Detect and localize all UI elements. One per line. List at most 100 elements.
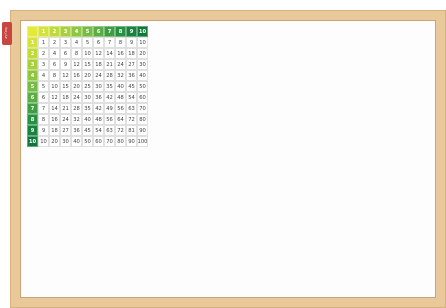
product-cell: 4 xyxy=(49,48,60,59)
product-cell: 8 xyxy=(38,114,49,125)
product-cell: 50 xyxy=(82,136,93,147)
product-cell: 20 xyxy=(137,48,148,59)
product-cell: 3 xyxy=(60,37,71,48)
product-cell: 20 xyxy=(82,70,93,81)
product-cell: 10 xyxy=(137,37,148,48)
column-header-cell: 4 xyxy=(71,26,82,37)
product-cell: 60 xyxy=(93,136,104,147)
product-cell: 14 xyxy=(104,48,115,59)
product-cell: 42 xyxy=(93,103,104,114)
product-cell: 16 xyxy=(71,70,82,81)
product-cell: 35 xyxy=(82,103,93,114)
product-cell: 6 xyxy=(38,92,49,103)
product-cell: 9 xyxy=(38,125,49,136)
product-cell: 90 xyxy=(137,125,148,136)
product-cell: 54 xyxy=(93,125,104,136)
product-cell: 70 xyxy=(137,103,148,114)
column-header-cell: 2 xyxy=(49,26,60,37)
side-tab[interactable]: مدرسة xyxy=(2,22,12,45)
row-header-cell: 9 xyxy=(27,125,38,136)
product-cell: 8 xyxy=(49,70,60,81)
product-cell: 80 xyxy=(137,114,148,125)
product-cell: 40 xyxy=(115,81,126,92)
product-cell: 72 xyxy=(115,125,126,136)
column-header-cell: 3 xyxy=(60,26,71,37)
product-cell: 28 xyxy=(104,70,115,81)
product-cell: 21 xyxy=(104,59,115,70)
product-cell: 15 xyxy=(60,81,71,92)
row-header-cell: 6 xyxy=(27,92,38,103)
product-cell: 6 xyxy=(49,59,60,70)
column-header-cell: 10 xyxy=(137,26,148,37)
product-cell: 7 xyxy=(104,37,115,48)
product-cell: 48 xyxy=(115,92,126,103)
product-cell: 8 xyxy=(115,37,126,48)
row-header-cell: 2 xyxy=(27,48,38,59)
product-cell: 16 xyxy=(115,48,126,59)
product-cell: 32 xyxy=(71,114,82,125)
product-cell: 30 xyxy=(137,59,148,70)
product-cell: 49 xyxy=(104,103,115,114)
product-cell: 16 xyxy=(49,114,60,125)
product-cell: 10 xyxy=(38,136,49,147)
product-cell: 5 xyxy=(38,81,49,92)
product-cell: 4 xyxy=(71,37,82,48)
product-cell: 80 xyxy=(115,136,126,147)
row-header-cell: 5 xyxy=(27,81,38,92)
product-cell: 24 xyxy=(93,70,104,81)
product-cell: 40 xyxy=(137,70,148,81)
product-cell: 10 xyxy=(49,81,60,92)
row-header-cell: 1 xyxy=(27,37,38,48)
product-cell: 63 xyxy=(104,125,115,136)
product-cell: 64 xyxy=(115,114,126,125)
corner-cell xyxy=(27,26,38,37)
column-header-cell: 1 xyxy=(38,26,49,37)
product-cell: 40 xyxy=(71,136,82,147)
product-cell: 2 xyxy=(38,48,49,59)
product-cell: 60 xyxy=(137,92,148,103)
product-cell: 6 xyxy=(60,48,71,59)
column-header-cell: 5 xyxy=(82,26,93,37)
product-cell: 12 xyxy=(93,48,104,59)
product-cell: 35 xyxy=(104,81,115,92)
product-cell: 18 xyxy=(49,125,60,136)
product-cell: 21 xyxy=(60,103,71,114)
product-cell: 56 xyxy=(115,103,126,114)
product-cell: 54 xyxy=(126,92,137,103)
product-cell: 30 xyxy=(60,136,71,147)
product-cell: 36 xyxy=(126,70,137,81)
product-cell: 20 xyxy=(49,136,60,147)
multiplication-table: 1 2 3 4 5 6 7 8 9 10 1 1 2 3 4 5 6 7 8 9 10 2 2 4 6 8 10 12 14 16 18 20… xyxy=(27,26,148,147)
product-cell: 72 xyxy=(126,114,137,125)
product-cell: 24 xyxy=(60,114,71,125)
product-cell: 30 xyxy=(82,92,93,103)
product-cell: 30 xyxy=(93,81,104,92)
product-cell: 40 xyxy=(82,114,93,125)
row-header-cell: 3 xyxy=(27,59,38,70)
column-header-cell: 6 xyxy=(93,26,104,37)
product-cell: 24 xyxy=(115,59,126,70)
product-cell: 27 xyxy=(60,125,71,136)
row-header-cell: 8 xyxy=(27,114,38,125)
side-tab-label: مدرسة xyxy=(4,27,10,39)
row-header-cell: 7 xyxy=(27,103,38,114)
product-cell: 100 xyxy=(137,136,148,147)
column-header-cell: 8 xyxy=(115,26,126,37)
column-header-cell: 9 xyxy=(126,26,137,37)
product-cell: 32 xyxy=(115,70,126,81)
product-cell: 24 xyxy=(71,92,82,103)
product-cell: 1 xyxy=(38,37,49,48)
product-cell: 9 xyxy=(126,37,137,48)
row-header-cell: 4 xyxy=(27,70,38,81)
product-cell: 90 xyxy=(126,136,137,147)
product-cell: 12 xyxy=(60,70,71,81)
product-cell: 18 xyxy=(60,92,71,103)
product-cell: 45 xyxy=(82,125,93,136)
product-cell: 36 xyxy=(93,92,104,103)
product-cell: 8 xyxy=(71,48,82,59)
product-cell: 28 xyxy=(71,103,82,114)
product-cell: 70 xyxy=(104,136,115,147)
product-cell: 18 xyxy=(93,59,104,70)
product-cell: 56 xyxy=(104,114,115,125)
product-cell: 12 xyxy=(71,59,82,70)
